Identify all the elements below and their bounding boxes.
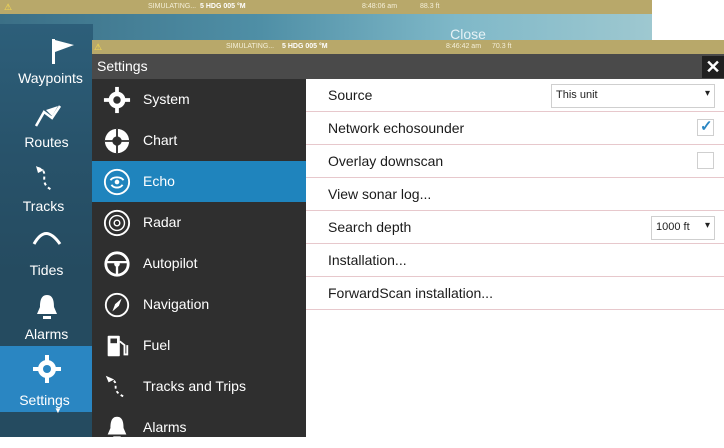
nav-waypoints[interactable]: Waypoints (0, 30, 93, 90)
menu-item-label: Navigation (143, 296, 210, 312)
search-depth-dropdown[interactable]: 1000 ft ▾ (651, 216, 715, 240)
tracks-icon (105, 375, 126, 399)
setting-label: Search depth (328, 219, 412, 235)
menu-item-system[interactable]: System (92, 79, 306, 120)
setting-row-view-sonar-log[interactable]: View sonar log... (306, 178, 724, 211)
settings-status-heading: 5 HDG 005 °M (282, 43, 328, 50)
search-depth-value: 1000 ft (656, 221, 690, 233)
setting-row-search-depth: Search depth 1000 ft ▾ (306, 211, 724, 244)
menu-item-navigation[interactable]: Navigation (92, 284, 306, 325)
bg-status-heading: 5 HDG 005 °M (200, 3, 246, 10)
menu-item-label: Echo (143, 173, 175, 189)
compass-icon (104, 292, 130, 318)
chart-icon (104, 128, 130, 154)
setting-row-source: Source This unit ▾ (306, 79, 724, 112)
bg-status-depth: 88.3 ft (420, 3, 440, 10)
setting-row-installation[interactable]: Installation... (306, 244, 724, 277)
warning-icon: ⚠ (94, 42, 103, 52)
menu-item-label: Autopilot (143, 255, 198, 271)
nav-waypoints-label: Waypoints (18, 70, 83, 86)
chevron-down-icon: ▾ (704, 220, 710, 231)
chevron-down-icon: ▾ (704, 88, 710, 99)
radar-icon (103, 209, 131, 237)
nav-tides[interactable]: Tides (0, 222, 93, 282)
nav-tracks[interactable]: Tracks (0, 158, 93, 218)
menu-item-alarms[interactable]: Alarms (92, 407, 306, 448)
menu-item-label: Radar (143, 214, 182, 230)
menu-item-chart[interactable]: Chart (92, 120, 306, 161)
setting-row-overlay-downscan: Overlay downscan (306, 145, 724, 178)
menu-item-fuel[interactable]: Fuel (92, 325, 306, 366)
menu-item-autopilot[interactable]: Autopilot (92, 243, 306, 284)
nav-routes[interactable]: Routes (0, 96, 93, 156)
settings-menu: System Chart Echo Radar Autopilot Naviga… (92, 79, 306, 440)
fuel-pump-icon (107, 335, 129, 357)
setting-label: ForwardScan installation... (328, 285, 493, 301)
bell-icon (107, 416, 127, 440)
tides-icon (32, 232, 62, 245)
nav-routes-label: Routes (24, 134, 69, 150)
setting-label: View sonar log... (328, 186, 432, 202)
settings-status-bar: ⚠ SIMULATING... 5 HDG 005 °M 8:46:42 am … (92, 40, 724, 54)
menu-item-radar[interactable]: Radar (92, 202, 306, 243)
setting-row-network-echosounder: Network echosounder ✓ (306, 112, 724, 145)
nav-settings-label: Settings (19, 392, 70, 408)
overlay-downscan-checkbox[interactable] (697, 152, 714, 169)
left-nav: Waypoints Routes Tracks Tides Alarms Set… (0, 24, 93, 437)
settings-status-simulating: SIMULATING... (226, 43, 275, 50)
steering-wheel-icon (104, 251, 130, 277)
menu-item-label: Chart (143, 132, 178, 148)
flag-icon (52, 39, 74, 64)
setting-label: Installation... (328, 252, 407, 268)
network-echosounder-checkbox[interactable]: ✓ (697, 118, 714, 136)
menu-item-label: Tracks and Trips (143, 378, 246, 394)
settings-title: Settings (97, 58, 148, 74)
gear-icon (33, 355, 61, 383)
nav-tracks-label: Tracks (22, 198, 65, 214)
settings-title-bar: Settings ✕ (92, 54, 724, 79)
source-dropdown[interactable]: This unit ▾ (551, 84, 715, 108)
settings-status-depth: 70.3 ft (492, 43, 512, 50)
menu-item-label: System (143, 91, 190, 107)
echo-icon (103, 168, 131, 196)
source-dropdown-value: This unit (556, 89, 598, 101)
nav-alarms[interactable]: Alarms (0, 286, 93, 346)
setting-label: Source (328, 87, 373, 103)
nav-settings[interactable]: Settings ▼ (0, 346, 93, 415)
gear-icon (103, 86, 131, 114)
checkmark-icon: ✓ (700, 118, 713, 135)
settings-status-time: 8:46:42 am (446, 43, 482, 50)
tracks-icon (36, 166, 53, 191)
menu-item-label: Fuel (143, 337, 171, 353)
menu-item-echo[interactable]: Echo (92, 161, 306, 202)
nav-tides-label: Tides (29, 262, 64, 278)
bell-icon (37, 295, 57, 319)
setting-label: Network echosounder (328, 120, 465, 136)
chevron-down-icon: ▼ (54, 406, 62, 415)
setting-row-forwardscan-installation[interactable]: ForwardScan installation... (306, 277, 724, 310)
menu-item-tracks-and-trips[interactable]: Tracks and Trips (92, 366, 306, 407)
background-status-bar: ⚠ SIMULATING... 5 HDG 005 °M 8:48:06 am … (0, 0, 652, 14)
bg-status-simulating: SIMULATING... (148, 3, 197, 10)
bg-status-time: 8:48:06 am (362, 3, 398, 10)
close-icon[interactable]: ✕ (702, 56, 724, 78)
menu-item-label: Alarms (143, 419, 187, 435)
route-icon (34, 105, 62, 127)
setting-label: Overlay downscan (328, 153, 444, 169)
warning-icon: ⚠ (4, 2, 13, 12)
nav-alarms-label: Alarms (24, 326, 69, 342)
echo-settings-panel: Source This unit ▾ Network echosounder ✓… (306, 79, 724, 437)
